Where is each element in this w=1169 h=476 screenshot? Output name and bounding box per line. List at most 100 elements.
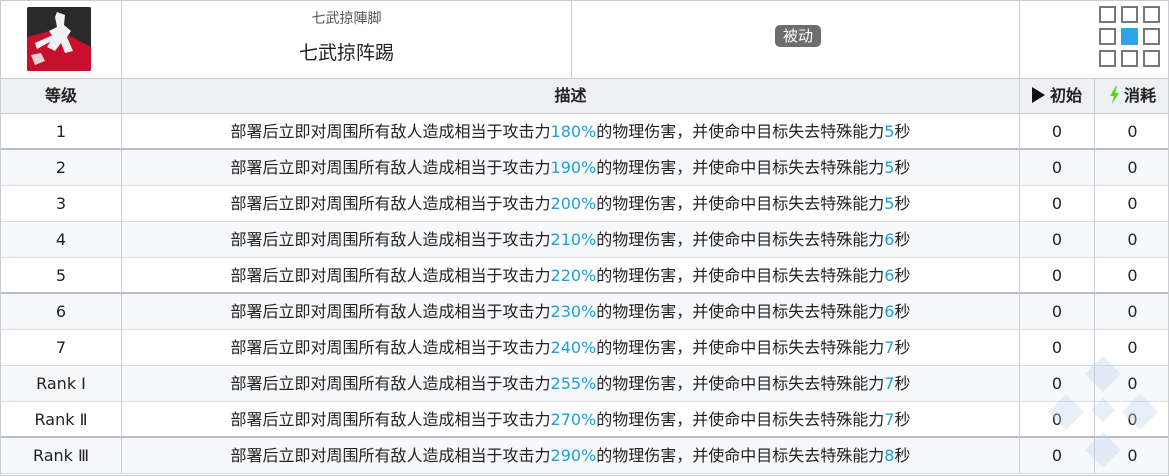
row-description: 部署后立即对周围所有敌人造成相当于攻击力255%的物理伤害，并使命中目标失去特殊…	[122, 366, 1020, 402]
row-initial: 0	[1020, 402, 1095, 438]
row-cost: 0	[1127, 230, 1138, 249]
desc-prefix: 部署后立即对周围所有敌人造成相当于攻击力	[230, 158, 551, 177]
bolt-icon	[1109, 86, 1119, 104]
range-tile	[1099, 50, 1116, 67]
desc-middle: 的物理伤害，并使命中目标失去特殊能力	[596, 338, 885, 357]
row-initial: 0	[1020, 438, 1095, 474]
header-level: 等级	[1, 79, 122, 113]
row-level: 7	[1, 330, 122, 366]
desc-seconds: 5	[884, 194, 895, 213]
desc-seconds: 5	[884, 122, 895, 141]
desc-prefix: 部署后立即对周围所有敌人造成相当于攻击力	[230, 266, 551, 285]
row-description: 部署后立即对周围所有敌人造成相当于攻击力240%的物理伤害，并使命中目标失去特殊…	[122, 330, 1020, 366]
desc-suffix: 秒	[894, 302, 911, 321]
row-level: Rank Ⅰ	[1, 366, 122, 402]
row-cost: 0	[1127, 122, 1138, 141]
row-initial: 0	[1020, 294, 1095, 330]
header-cost: 消耗	[1095, 79, 1168, 113]
range-tile	[1143, 28, 1160, 45]
table-row: 6 部署后立即对周围所有敌人造成相当于攻击力230%的物理伤害，并使命中目标失去特…	[1, 294, 1168, 330]
desc-percent: 255%	[550, 374, 597, 393]
row-description: 部署后立即对周围所有敌人造成相当于攻击力180%的物理伤害，并使命中目标失去特殊…	[122, 114, 1020, 150]
desc-suffix: 秒	[894, 122, 911, 141]
skill-header: 七武掠陣脚 七武掠阵踢 被动	[1, 1, 1168, 78]
row-level: 5	[1, 258, 122, 294]
desc-percent: 240%	[550, 338, 597, 357]
table-row: 7 部署后立即对周围所有敌人造成相当于攻击力240%的物理伤害，并使命中目标失去特…	[1, 330, 1168, 366]
desc-seconds: 6	[884, 266, 895, 285]
skill-subtitle: 七武掠陣脚	[311, 11, 382, 27]
skill-icon	[27, 7, 91, 71]
skill-type-cell: 被动	[572, 1, 1020, 78]
header-initial: 初始	[1020, 79, 1095, 113]
row-cost: 0	[1127, 446, 1138, 465]
header-cost-label: 消耗	[1123, 86, 1156, 105]
skill-type-badge: 被动	[775, 25, 822, 47]
row-level: 2	[1, 150, 122, 186]
desc-prefix: 部署后立即对周围所有敌人造成相当于攻击力	[230, 302, 551, 321]
row-initial: 0	[1020, 114, 1095, 150]
range-tile	[1121, 50, 1138, 67]
desc-suffix: 秒	[894, 194, 911, 213]
row-cost: 0	[1127, 266, 1138, 285]
row-initial: 0	[1020, 186, 1095, 222]
header-description: 描述	[122, 79, 1020, 113]
desc-suffix: 秒	[894, 158, 911, 177]
row-description: 部署后立即对周围所有敌人造成相当于攻击力220%的物理伤害，并使命中目标失去特殊…	[122, 258, 1020, 294]
row-cost: 0	[1127, 410, 1138, 429]
row-description: 部署后立即对周围所有敌人造成相当于攻击力290%的物理伤害，并使命中目标失去特殊…	[122, 438, 1020, 474]
desc-prefix: 部署后立即对周围所有敌人造成相当于攻击力	[230, 230, 551, 249]
desc-middle: 的物理伤害，并使命中目标失去特殊能力	[596, 410, 885, 429]
skill-name-cell: 七武掠陣脚 七武掠阵踢	[122, 1, 572, 78]
row-level: 3	[1, 186, 122, 222]
desc-percent: 230%	[550, 302, 597, 321]
play-icon	[1031, 87, 1045, 103]
table-row: 4 部署后立即对周围所有敌人造成相当于攻击力210%的物理伤害，并使命中目标失去特…	[1, 222, 1168, 258]
desc-seconds: 7	[884, 374, 895, 393]
skill-range-cell	[1020, 1, 1168, 78]
desc-prefix: 部署后立即对周围所有敌人造成相当于攻击力	[230, 194, 551, 213]
desc-middle: 的物理伤害，并使命中目标失去特殊能力	[596, 158, 885, 177]
desc-middle: 的物理伤害，并使命中目标失去特殊能力	[596, 374, 885, 393]
desc-percent: 220%	[550, 266, 597, 285]
row-cost: 0	[1127, 374, 1138, 393]
row-cost: 0	[1127, 302, 1138, 321]
desc-middle: 的物理伤害，并使命中目标失去特殊能力	[596, 230, 885, 249]
desc-percent: 270%	[550, 410, 597, 429]
table-header: 等级 描述 初始 消耗	[1, 78, 1168, 114]
table-row: Rank Ⅰ 部署后立即对周围所有敌人造成相当于攻击力255%的物理伤害，并使命中…	[1, 366, 1168, 402]
skill-icon-cell	[1, 1, 122, 78]
row-description: 部署后立即对周围所有敌人造成相当于攻击力190%的物理伤害，并使命中目标失去特殊…	[122, 150, 1020, 186]
desc-percent: 290%	[550, 446, 597, 465]
table-row: 3 部署后立即对周围所有敌人造成相当于攻击力200%的物理伤害，并使命中目标失去特…	[1, 186, 1168, 222]
row-level: 1	[1, 114, 122, 150]
desc-suffix: 秒	[894, 266, 911, 285]
header-initial-label: 初始	[1049, 86, 1082, 105]
desc-middle: 的物理伤害，并使命中目标失去特殊能力	[596, 266, 885, 285]
desc-suffix: 秒	[894, 374, 911, 393]
range-grid-icon	[1099, 6, 1168, 72]
desc-prefix: 部署后立即对周围所有敌人造成相当于攻击力	[230, 446, 551, 465]
desc-percent: 210%	[550, 230, 597, 249]
range-tile	[1121, 6, 1138, 23]
desc-middle: 的物理伤害，并使命中目标失去特殊能力	[596, 194, 885, 213]
table-row: 2 部署后立即对周围所有敌人造成相当于攻击力190%的物理伤害，并使命中目标失去特…	[1, 150, 1168, 186]
table-row: 1 部署后立即对周围所有敌人造成相当于攻击力180%的物理伤害，并使命中目标失去特…	[1, 114, 1168, 150]
table-row: 5 部署后立即对周围所有敌人造成相当于攻击力220%的物理伤害，并使命中目标失去特…	[1, 258, 1168, 294]
desc-middle: 的物理伤害，并使命中目标失去特殊能力	[596, 122, 885, 141]
desc-middle: 的物理伤害，并使命中目标失去特殊能力	[596, 446, 885, 465]
range-tile	[1099, 28, 1116, 45]
row-level: 4	[1, 222, 122, 258]
row-initial: 0	[1020, 366, 1095, 402]
range-tile	[1099, 6, 1116, 23]
desc-prefix: 部署后立即对周围所有敌人造成相当于攻击力	[230, 338, 551, 357]
desc-seconds: 7	[884, 338, 895, 357]
row-level: 6	[1, 294, 122, 330]
desc-suffix: 秒	[894, 338, 911, 357]
row-description: 部署后立即对周围所有敌人造成相当于攻击力230%的物理伤害，并使命中目标失去特殊…	[122, 294, 1020, 330]
range-tile	[1143, 50, 1160, 67]
row-initial: 0	[1020, 150, 1095, 186]
row-cost: 0	[1127, 338, 1138, 357]
skill-table: 七武掠陣脚 七武掠阵踢 被动 等级 描述 初始 消耗 1部署后立即对周围所有敌	[0, 0, 1169, 476]
row-level: Rank Ⅲ	[1, 438, 122, 474]
